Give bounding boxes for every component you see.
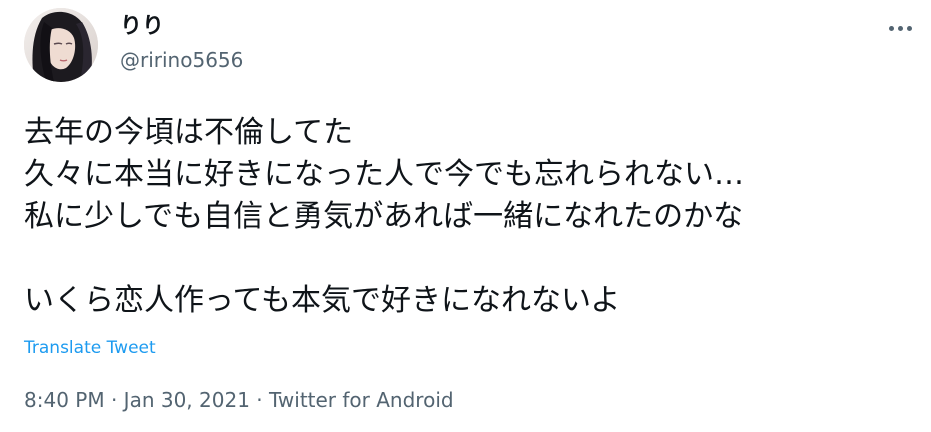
avatar[interactable] xyxy=(24,8,98,82)
more-horizontal-icon xyxy=(906,25,912,31)
meta-separator: · xyxy=(110,388,118,412)
tweet-text-line: 去年の今頃は不倫してた xyxy=(24,115,354,150)
user-handle[interactable]: @ririno5656 xyxy=(120,46,243,74)
translate-tweet-link[interactable]: Translate Tweet xyxy=(24,336,156,360)
meta-separator: · xyxy=(256,388,263,412)
tweet-metadata: 8:40 PM · Jan 30, 2021 · Twitter for And… xyxy=(24,386,454,414)
profile-photo xyxy=(24,8,98,82)
tweet-source: Twitter for Android xyxy=(269,388,454,412)
tweet-text-line: 久々に本当に好きになった人で今でも忘れられない… xyxy=(24,157,744,192)
more-horizontal-icon xyxy=(888,25,894,31)
more-horizontal-icon xyxy=(897,25,903,31)
tweet-text: 去年の今頃は不倫してた 久々に本当に好きになった人で今でも忘れられない… 私に少… xyxy=(24,112,914,322)
tweet-text-line: いくら恋人作っても本気で好きになれないよ xyxy=(24,283,621,318)
tweet-time[interactable]: 8:40 PM xyxy=(24,388,105,412)
tweet: りり @ririno5656 去年の今頃は不倫してた 久々に本当に好きになった人… xyxy=(0,0,931,432)
tweet-date[interactable]: Jan 30, 2021 xyxy=(124,388,250,412)
display-name[interactable]: りり xyxy=(120,13,164,41)
more-options-button[interactable] xyxy=(883,14,917,42)
tweet-text-line: 私に少しでも自信と勇気があれば一緒になれたのかな xyxy=(24,199,744,234)
